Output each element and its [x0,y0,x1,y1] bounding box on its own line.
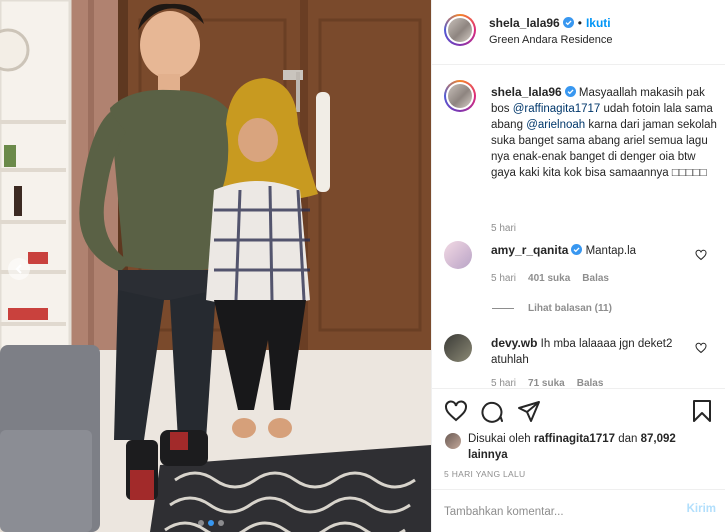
comment-meta: 5 hari 71 suka Balas [491,378,615,386]
bookmark-icon[interactable] [690,399,714,423]
follow-button[interactable]: Ikuti [586,16,611,30]
separator-bullet: • [577,16,582,30]
caption-text: shela_lala96 Masyaallah makasih pak bos … [491,84,721,181]
commenter-avatar[interactable] [444,334,472,362]
carousel-indicator [198,520,224,526]
post-actions: Disukai oleh raffinagita1717 dan 87,092 … [432,388,725,532]
heart-icon[interactable] [444,399,468,423]
heart-icon[interactable] [695,249,707,261]
verified-badge-icon [562,17,574,28]
verified-badge-icon [564,86,576,97]
mention-link[interactable]: @arielnoah [526,119,585,131]
caption-emoji: □□□□□ [671,167,707,179]
liker-avatar[interactable] [444,432,462,450]
view-replies-label: Lihat balasan (11) [528,303,612,314]
commenter-avatar[interactable] [444,241,472,269]
post-header: shela_lala96 • Ikuti Green Andara Residenc… [432,0,725,65]
author-avatar[interactable] [444,14,476,46]
caption-avatar[interactable] [444,80,476,112]
comment-input[interactable] [444,502,654,522]
likes-count[interactable]: 87,092 [641,433,676,445]
previous-slide-button[interactable] [8,258,30,280]
commenter-username[interactable]: devy.wb [491,336,537,350]
likes-suffix[interactable]: lainnya [468,449,508,461]
reply-button[interactable]: Balas [577,378,604,386]
paper-plane-icon[interactable] [517,399,541,423]
commenter-username[interactable]: amy_r_qanita [491,243,568,257]
heart-icon[interactable] [695,342,707,354]
liker-username[interactable]: raffinagita1717 [534,433,615,445]
carousel-dot-active [208,520,214,526]
comment-timestamp[interactable]: 5 hari [491,378,516,386]
comment-timestamp[interactable]: 5 hari [491,273,516,284]
comment-text: devy.wb Ih mba lalaaaa jgn deket2 atuhla… [491,335,691,368]
post-comment-button[interactable]: Kirim [687,503,716,515]
post-location[interactable]: Green Andara Residence [489,34,613,46]
carousel-dot [198,520,204,526]
likes-middle: dan [615,433,641,445]
mention-link[interactable]: @raffinagita1717 [513,103,601,115]
post-detail-panel: shela_lala96 • Ikuti Green Andara Residenc… [431,0,725,532]
likes-prefix: Disukai oleh [468,433,534,445]
comments-list[interactable]: shela_lala96 Masyaallah makasih pak bos … [432,66,725,386]
comment-body: Mantap.la [585,245,637,257]
comment-likes[interactable]: 71 suka [528,378,565,386]
comment-likes[interactable]: 401 suka [528,273,570,284]
add-comment-bar: Kirim [432,489,725,532]
caption-timestamp[interactable]: 5 hari [491,223,516,234]
likes-summary: Disukai oleh raffinagita1717 dan 87,092 … [444,431,714,463]
verified-badge-icon [571,244,583,255]
post-photo[interactable] [0,0,431,532]
chevron-left-icon [15,264,22,274]
view-replies-button[interactable]: Lihat balasan (11) [492,303,612,314]
post-date[interactable]: 5 HARI YANG LALU [444,469,526,479]
photo-illustration [0,0,431,532]
carousel-dot [218,520,224,526]
replies-divider [492,307,514,309]
comment-icon[interactable] [480,399,504,423]
reply-button[interactable]: Balas [582,273,609,284]
caption-username[interactable]: shela_lala96 [491,85,562,99]
comment-text: amy_r_qanita Mantap.la [491,242,691,259]
comment-meta: 5 hari 401 suka Balas [491,273,621,284]
author-username[interactable]: shela_lala96 [489,16,560,30]
